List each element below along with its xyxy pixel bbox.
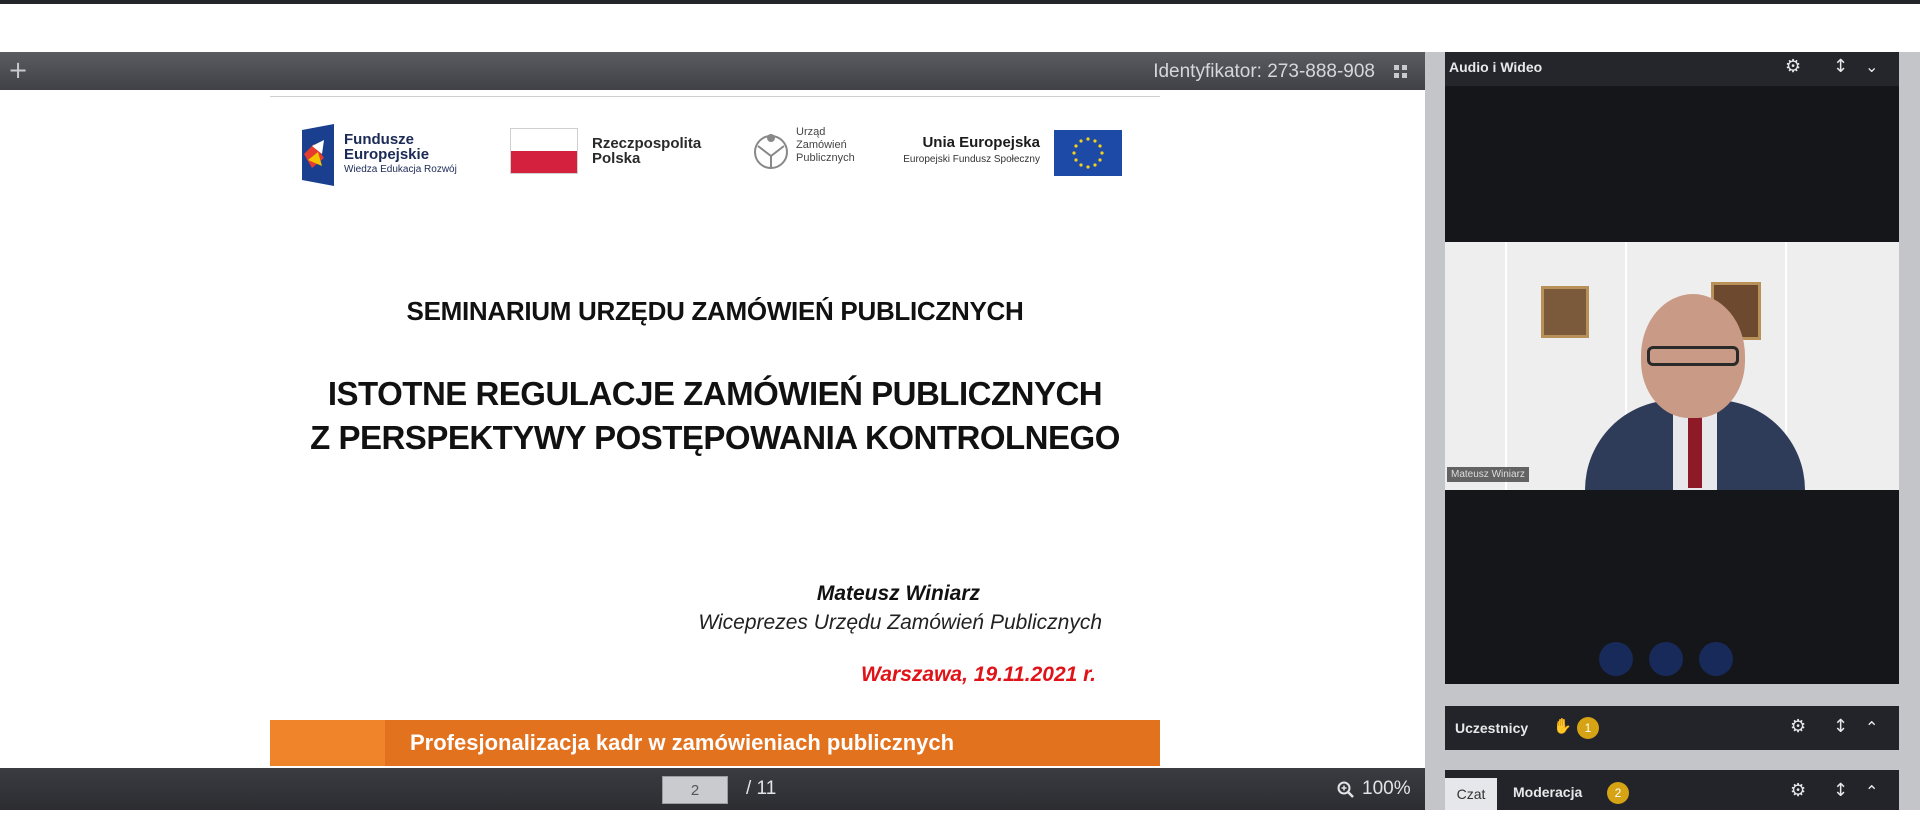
raised-hands-badge: 1 — [1577, 717, 1599, 739]
fundusze-europejskie-logo: Fundusze Europejskie Wiedza Edukacja Rozw… — [300, 124, 470, 188]
top-spacer — [0, 4, 1920, 52]
presentation-toolbar: + Identyfikator: 273-888-908 — [0, 52, 1425, 90]
place-date: Warszawa, 19.11.2021 r. — [860, 663, 1096, 686]
slide-banner: Profesjonalizacja kadr w zamówieniach pu… — [270, 720, 1160, 766]
tab-chat[interactable]: Czat — [1445, 778, 1497, 810]
slide-divider — [270, 96, 1160, 97]
add-button[interactable]: + — [8, 56, 28, 84]
zoom-level[interactable]: 100% — [1362, 778, 1411, 800]
chevron-up-icon[interactable]: ⌃ — [1865, 782, 1878, 801]
ue-subtitle: Europejski Fundusz Społeczny — [903, 154, 1040, 165]
participants-section-header[interactable]: Uczestnicy ✋ 1 ⚙ ↕ ⌃ — [1445, 706, 1899, 750]
zoom-icon[interactable] — [1337, 781, 1354, 798]
participant-name-tag: Mateusz Winiarz — [1447, 467, 1529, 482]
presentation-pager-bar: / 11 100% — [0, 768, 1425, 810]
uzp-logo: Urząd Zamówień Publicznych — [752, 126, 872, 176]
presentation-panel: + Identyfikator: 273-888-908 Fundusze Eur… — [0, 52, 1425, 820]
rzeczpospolita-logo: Rzeczpospolita Polska — [510, 128, 710, 178]
resize-icon[interactable]: ↕ — [1833, 716, 1848, 737]
chevron-up-icon[interactable]: ⌃ — [1865, 718, 1878, 737]
unia-europejska-logo: Unia Europejska Europejski Fundusz Społe… — [882, 130, 1122, 180]
tab-moderation[interactable]: Moderacja — [1513, 784, 1582, 800]
microphone-button[interactable] — [1649, 642, 1683, 676]
fullscreen-icon[interactable] — [1394, 65, 1407, 78]
meeting-id-label: Identyfikator: 273-888-908 — [1153, 61, 1375, 82]
chevron-down-icon[interactable]: ⌄ — [1865, 57, 1878, 76]
settings-gear-icon[interactable]: ⚙ — [1790, 780, 1806, 801]
banner-text: Profesjonalizacja kadr w zamówieniach pu… — [410, 730, 955, 755]
speaker-name: Mateusz Winiarz — [816, 582, 980, 605]
glasses — [1647, 346, 1739, 366]
fe-title: Fundusze Europejskie — [344, 131, 430, 163]
fe-subtitle: Wiedza Edukacja Rozwój — [344, 164, 457, 175]
moderation-count-badge: 2 — [1607, 782, 1629, 804]
fe-star-icon — [302, 124, 334, 186]
chat-section-header: Czat Moderacja 2 ⚙ ↕ ⌃ — [1445, 770, 1899, 810]
page-number-input[interactable] — [662, 776, 728, 804]
audio-video-panel: Audio i Wideo ⚙ ↕ ⌄ Mateusz Winiarz — [1445, 52, 1899, 684]
resize-icon[interactable]: ↕ — [1833, 56, 1848, 77]
participants-label: Uczestnicy — [1455, 720, 1529, 736]
settings-gear-icon[interactable]: ⚙ — [1790, 716, 1806, 737]
polish-flag-icon — [510, 128, 578, 174]
page-total: / 11 — [746, 778, 777, 799]
eu-flag-icon — [1054, 130, 1122, 176]
participant-video: Mateusz Winiarz — [1445, 242, 1899, 490]
video-panel-header: Audio i Wideo ⚙ ↕ ⌄ — [1445, 52, 1899, 86]
seminar-title: SEMINARIUM URZĘDU ZAMÓWIEŃ PUBLICZNYCH — [406, 296, 1024, 326]
wall-picture — [1541, 286, 1589, 338]
slide-main-title: ISTOTNE REGULACJE ZAMÓWIEŃ PUBLICZNYCH Z… — [310, 375, 1120, 456]
camera-button[interactable] — [1599, 642, 1633, 676]
video-panel-title: Audio i Wideo — [1449, 59, 1543, 75]
eagle-emblem-icon — [754, 134, 788, 169]
raised-hand-icon: ✋ — [1553, 717, 1572, 735]
settings-gear-icon[interactable]: ⚙ — [1785, 56, 1801, 77]
slide-canvas: Fundusze Europejskie Wiedza Edukacja Rozw… — [270, 90, 1160, 820]
uzp-title: Urząd Zamówień Publicznych — [796, 126, 855, 164]
ue-title: Unia Europejska — [922, 134, 1040, 151]
video-controls — [1445, 642, 1899, 676]
resize-icon[interactable]: ↕ — [1833, 780, 1848, 801]
speaker-role: Wiceprezes Urzędu Zamówień Publicznych — [698, 611, 1102, 634]
rp-title: Rzeczpospolita Polska — [592, 135, 702, 167]
speaker-button[interactable] — [1699, 642, 1733, 676]
